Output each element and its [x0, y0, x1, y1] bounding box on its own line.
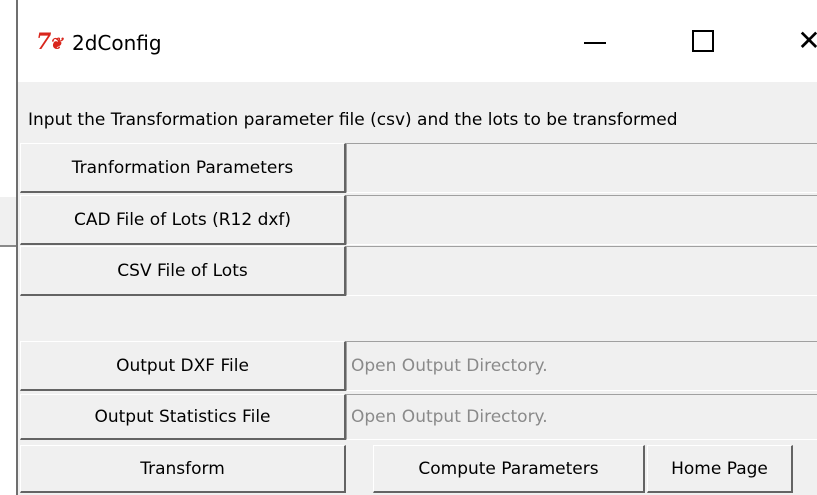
maximize-icon	[692, 30, 714, 52]
home-page-button[interactable]: Home Page	[647, 445, 793, 493]
csv-file-of-lots-field[interactable]	[346, 246, 817, 296]
app-window: 7❦ 2dConfig ✕ Input the Transformation p…	[16, 0, 817, 495]
close-button[interactable]: ✕	[780, 18, 817, 64]
close-icon: ✕	[797, 27, 817, 55]
output-dxf-file-field[interactable]: Open Output Directory.	[346, 341, 817, 391]
title-bar[interactable]: 7❦ 2dConfig ✕	[18, 0, 817, 82]
cad-file-of-lots-button[interactable]: CAD File of Lots (R12 dxf)	[20, 195, 346, 245]
compute-parameters-button[interactable]: Compute Parameters	[373, 445, 645, 493]
minimize-icon	[584, 42, 606, 44]
csv-file-of-lots-button[interactable]: CSV File of Lots	[20, 246, 346, 296]
transform-button[interactable]: Transform	[20, 445, 346, 493]
output-statistics-file-field[interactable]: Open Output Directory.	[346, 394, 817, 440]
transformation-parameters-field[interactable]	[346, 143, 817, 193]
output-dxf-file-button[interactable]: Output DXF File	[20, 341, 346, 391]
output-statistics-file-button[interactable]: Output Statistics File	[20, 394, 346, 440]
transformation-parameters-button[interactable]: Tranformation Parameters	[20, 143, 346, 193]
maximize-button[interactable]	[674, 18, 732, 64]
cad-file-of-lots-field[interactable]	[346, 195, 817, 245]
instruction-label: Input the Transformation parameter file …	[28, 110, 678, 130]
window-title: 2dConfig	[72, 31, 162, 55]
tk-feather-icon: 7❦	[36, 29, 63, 55]
minimize-button[interactable]	[566, 18, 624, 64]
